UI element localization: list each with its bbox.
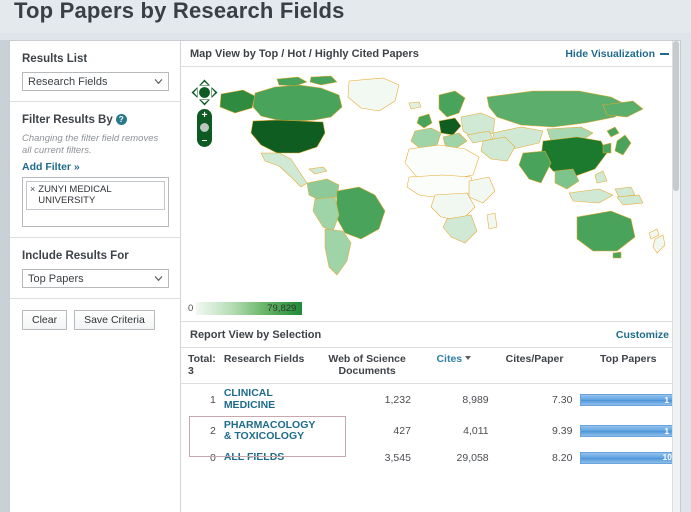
minus-icon xyxy=(660,52,669,55)
vertical-scrollbar[interactable] xyxy=(672,41,680,512)
scrollbar-thumb[interactable] xyxy=(673,41,679,191)
total-label: Total: xyxy=(188,353,216,365)
row-cites-per-paper: 8.20 xyxy=(552,451,573,464)
filter-results-label: Filter Results By? xyxy=(22,114,168,126)
chevron-down-icon xyxy=(154,275,163,281)
world-map-svg[interactable] xyxy=(203,71,671,296)
column-header-research-fields[interactable]: Research Fields xyxy=(219,348,320,385)
row-top-papers-bar: 10 xyxy=(576,447,680,468)
sort-descending-icon xyxy=(465,356,472,360)
row-wos-documents: 427 xyxy=(393,425,411,438)
filter-chip-box[interactable]: × ZUNYI MEDICAL UNIVERSITY xyxy=(22,176,169,227)
clear-button[interactable]: Clear xyxy=(22,309,68,330)
legend-max-value: 79,829 xyxy=(267,303,297,314)
research-field-link[interactable]: CLINICAL MEDICINE xyxy=(224,387,315,412)
row-research-field[interactable]: PHARMACOLOGY & TOXICOLOGY xyxy=(220,416,319,448)
research-field-link[interactable]: ALL FIELDS xyxy=(224,451,284,464)
row-cites: 4,011 xyxy=(463,425,489,438)
report-panel: Report View by Selection Customize Total… xyxy=(181,321,680,468)
row-wos-documents: 1,232 xyxy=(384,393,411,406)
total-value: 3 xyxy=(188,365,194,378)
map-zoom-slider[interactable]: + – xyxy=(197,109,212,147)
cites-sort-link[interactable]: Cites xyxy=(436,353,462,365)
results-list-section: Results List Research Fields xyxy=(10,41,180,102)
pan-arrows-icon[interactable] xyxy=(191,79,218,106)
customize-link[interactable]: Customize xyxy=(616,329,669,341)
map-panel-header: Map View by Top / Hot / Highly Cited Pap… xyxy=(181,41,680,67)
include-results-value: Top Papers xyxy=(28,272,84,285)
customize-label: Customize xyxy=(615,328,669,341)
row-rank: 0 xyxy=(209,451,216,464)
include-results-section: Include Results For Top Papers xyxy=(10,238,180,298)
bar-value: 1 xyxy=(664,426,670,437)
include-results-label: Include Results For xyxy=(22,249,129,262)
hide-visualization-label: Hide Visualization xyxy=(565,47,655,60)
filter-results-section: Filter Results By? Changing the filter f… xyxy=(10,102,180,238)
column-header-cites-per-paper[interactable]: Cites/Paper xyxy=(492,348,577,385)
filter-chip-label: ZUNYI MEDICAL UNIVERSITY xyxy=(38,183,112,207)
row-cites-per-paper: 7.30 xyxy=(552,393,573,406)
map-title-prefix: Map View by xyxy=(190,47,256,60)
bar-value: 1 xyxy=(664,394,670,405)
report-panel-title: Report View by Selection xyxy=(190,328,322,341)
map-legend: 0 79,829 xyxy=(188,302,303,315)
row-cites: 8,989 xyxy=(462,393,489,406)
world-map-visualization[interactable]: + – 0 79,829 xyxy=(181,67,680,321)
map-navigation-controls[interactable]: + – xyxy=(191,79,219,147)
table-body: 1 CLINICAL MEDICINE 1,232 8,989 7.30 1 2… xyxy=(181,384,680,468)
left-edge-strip xyxy=(0,40,9,512)
hide-visualization-button[interactable]: Hide Visualization xyxy=(565,48,669,60)
legend-color-ramp: 79,829 xyxy=(196,302,303,315)
column-header-top-papers[interactable]: Top Papers xyxy=(576,348,680,385)
legend-min-value: 0 xyxy=(188,303,194,314)
row-top-papers-bar: 1 xyxy=(576,416,680,448)
row-wos-documents: 3,545 xyxy=(384,451,411,464)
add-filter-link[interactable]: Add Filter » xyxy=(22,161,168,173)
results-list-label: Results List xyxy=(22,53,88,65)
globe-icon[interactable] xyxy=(199,122,210,133)
table-row[interactable]: 0 ALL FIELDS 3,545 29,058 8.20 10 xyxy=(181,447,680,468)
column-header-cites[interactable]: Cites xyxy=(414,348,493,385)
report-panel-header: Report View by Selection Customize xyxy=(181,322,680,348)
row-research-field[interactable]: ALL FIELDS xyxy=(220,447,319,468)
row-top-papers-bar: 1 xyxy=(576,384,680,416)
zoom-out-button[interactable]: – xyxy=(197,136,212,146)
close-icon[interactable]: × xyxy=(30,184,35,195)
row-rank: 1 xyxy=(209,393,216,406)
include-results-select[interactable]: Top Papers xyxy=(22,268,169,288)
sidebar: Results List Research Fields Filter Resu… xyxy=(10,41,181,512)
help-icon[interactable]: ? xyxy=(115,114,127,125)
results-list-select[interactable]: Research Fields xyxy=(22,72,169,91)
filter-results-text: Filter Results By xyxy=(22,114,113,126)
total-header: Total: 3 xyxy=(181,348,220,385)
row-rank: 2 xyxy=(209,425,216,438)
map-panel-title: Map View by Top / Hot / Highly Cited Pap… xyxy=(190,48,419,60)
row-cites-per-paper: 9.39 xyxy=(552,425,573,438)
save-criteria-button[interactable]: Save Criteria xyxy=(74,309,155,330)
filter-chip[interactable]: × ZUNYI MEDICAL UNIVERSITY xyxy=(26,180,165,210)
table-row[interactable]: 1 CLINICAL MEDICINE 1,232 8,989 7.30 1 xyxy=(181,384,680,416)
research-field-link[interactable]: PHARMACOLOGY & TOXICOLOGY xyxy=(224,419,315,444)
row-cites: 29,058 xyxy=(456,451,489,464)
table-header-row: Total: 3 Research Fields Web of Science … xyxy=(181,348,680,385)
chevron-down-icon xyxy=(154,79,163,85)
content-area: Map View by Top / Hot / Highly Cited Pap… xyxy=(181,41,680,512)
zoom-in-button[interactable]: + xyxy=(197,111,212,121)
page-title: Top Papers by Research Fields xyxy=(14,0,345,23)
column-header-wos-documents[interactable]: Web of Science Documents xyxy=(319,348,415,385)
results-list-value: Research Fields xyxy=(28,76,108,88)
row-research-field[interactable]: CLINICAL MEDICINE xyxy=(220,384,319,416)
map-title-value: Top / Hot / Highly Cited Papers xyxy=(258,47,419,60)
app-shell: Results List Research Fields Filter Resu… xyxy=(9,40,681,512)
filter-note: Changing the filter field removes all cu… xyxy=(22,133,159,156)
report-table: Total: 3 Research Fields Web of Science … xyxy=(181,348,680,468)
table-row[interactable]: 2 PHARMACOLOGY & TOXICOLOGY 427 4,011 9.… xyxy=(181,416,680,448)
sidebar-actions: Clear Save Criteria xyxy=(10,299,180,341)
